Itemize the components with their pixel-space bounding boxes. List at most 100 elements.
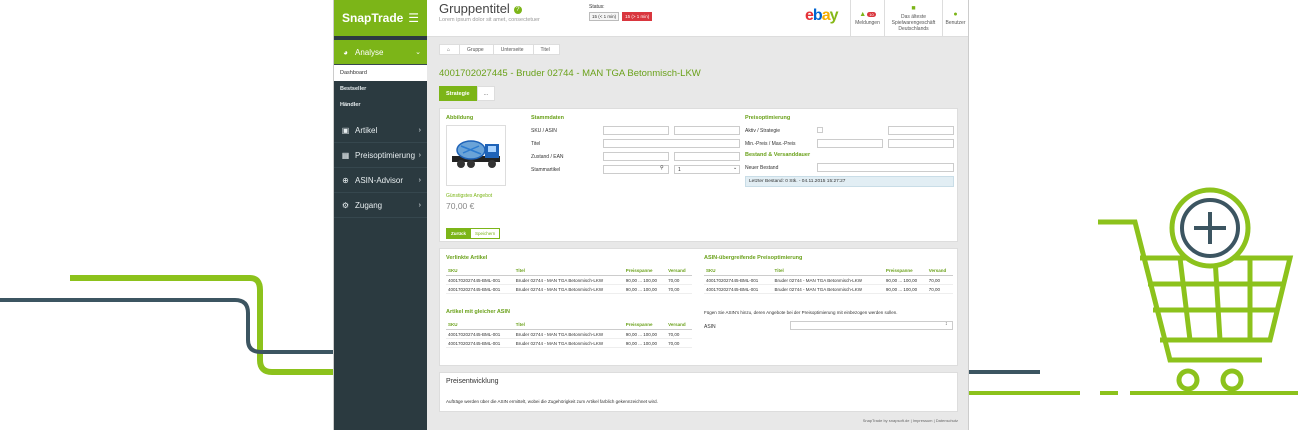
shop-label: Das älteste Spielwarengeschäft Deutschla… [891,13,936,32]
cell-title: Bruder 02744 - MAN TGA Betonmisch-LKW [772,275,884,285]
cell-shipping: 70,00 [666,338,692,348]
active-checkbox[interactable] [817,127,823,133]
cell-shipping: 70,00 [666,275,692,285]
save-button[interactable]: Speichern [470,228,501,239]
master-article-select[interactable]: 1 [674,165,740,174]
cubes-icon: ▦ [341,150,350,160]
sidebar-item-label: Artikel [355,125,378,135]
sidebar-subitem-haendler[interactable]: Händler [334,97,427,113]
sidebar-item-artikel[interactable]: ▣ Artikel › [334,118,427,143]
asin-optimization-table: SKU Titel Preisspanne Versand 4001702027… [704,266,953,294]
cell-sku: 4001702027445-BML-001 [446,329,514,339]
column-header[interactable]: SKU [446,266,514,276]
condition-input[interactable] [603,152,669,161]
sidebar-item-preisoptimierung[interactable]: ▦ Preisoptimierung › [334,143,427,168]
sort-icon[interactable]: ↕ [945,321,948,327]
breadcrumb-item[interactable]: Gruppe [459,44,494,55]
column-header[interactable]: Titel [772,266,884,276]
max-price-input[interactable] [888,139,954,148]
column-header[interactable]: SKU [446,320,514,330]
table-row[interactable]: 4001702027445-BML-001 Bruder 02744 - MAN… [446,338,692,348]
tab-strategie[interactable]: Strategie [439,86,477,101]
column-header[interactable]: Preisspanne [623,266,667,276]
search-icon[interactable]: ⚲ [660,165,664,171]
bell-icon: ▲ [859,11,867,19]
table-row[interactable]: 4001702027445-BML-001 Bruder 02744 - MAN… [446,329,692,339]
shop-button[interactable]: ■ Das älteste Spielwarengeschäft Deutsch… [884,0,942,37]
sidebar-item-asin-advisor[interactable]: ⊕ ASIN-Advisor › [334,168,427,193]
status-badge-alert: 15 (> 1 min) [622,12,653,21]
title-input[interactable] [603,139,740,148]
cell-title: Bruder 02744 - MAN TGA Betonmisch-LKW [513,284,624,294]
cell-price-range: 90,00 ... 100,00 [623,275,667,285]
price-development-panel: Preisentwicklung Aufträge werden über di… [439,372,958,412]
field-label: Titel [531,141,541,147]
briefcase-icon: ▣ [341,125,350,135]
stock-input[interactable] [817,163,954,172]
section-heading: Artikel mit gleicher ASIN [446,309,510,315]
product-title: 4001702027445 - Bruder 02744 - MAN TGA B… [439,68,701,79]
sidebar-item-zugang[interactable]: ⚙ Zugang › [334,193,427,218]
column-header[interactable]: Preisspanne [883,266,927,276]
table-row[interactable]: 4001702027445-BML-001 Bruder 02744 - MAN… [446,275,692,285]
column-header[interactable]: Versand [666,266,692,276]
stock-note: Letzter Bestand: 0 Stk. - 04.11.2015 15:… [745,176,954,187]
user-icon: ● [953,11,958,19]
brand-logo: SnapTrade [342,11,404,25]
linked-articles-table: SKU Titel Preisspanne Versand 4001702027… [446,266,692,294]
notification-count: 10 [867,12,876,18]
table-row[interactable]: 4001702027445-BML-001 Bruder 02744 - MAN… [446,284,692,294]
table-row[interactable]: 4001702027445-BML-001 Bruder 02744 - MAN… [704,284,953,294]
section-heading: Preisoptimierung [745,115,791,121]
ebay-logo: ebay [805,7,838,24]
sidebar-item-label: Preisoptimierung [355,150,416,160]
sku-input[interactable] [603,126,669,135]
tab-more[interactable]: ... [476,86,496,101]
notifications-button[interactable]: ▲ 10 Meldungen [850,0,884,37]
chevron-right-icon: › [418,201,421,209]
sidebar-subitem-dashboard[interactable]: Dashboard [334,65,427,81]
strategy-panel: Abbildung Günstigstes Angebot 70,00 € St… [439,108,958,242]
field-label: Min.-Preis / Max.-Preis [745,141,796,147]
same-asin-table: SKU Titel Preisspanne Versand 4001702027… [446,320,692,348]
sidebar-item-label: ASIN-Advisor [355,175,404,185]
page-subtitle: Lorem ipsum dolor sit amet, consectetuer [439,17,540,23]
sidebar-item-label: Analyse [355,47,384,57]
chevron-right-icon: › [418,176,421,184]
back-button[interactable]: Zurück [446,228,472,239]
app-window: SnapTrade ☰ ◕ Analyse ⌄ Dashboard Bestse… [333,0,969,430]
price-development-text: Aufträge werden über die ASIN ermittelt,… [446,399,658,404]
min-price-input[interactable] [817,139,883,148]
column-header[interactable]: SKU [704,266,773,276]
asin-input[interactable] [790,321,953,330]
field-label: Zustand / EAN [531,154,564,160]
truck-image [452,140,500,168]
table-row[interactable]: 4001702027445-BML-001 Bruder 02744 - MAN… [704,275,953,285]
crosshair-icon: ⊕ [342,175,349,185]
section-heading: Bestand & Versanddauer [745,152,811,158]
field-label: SKU / ASIN [531,128,557,134]
cell-title: Bruder 02744 - MAN TGA Betonmisch-LKW [513,329,624,339]
ean-input[interactable] [674,152,740,161]
field-label: ASIN [704,324,716,330]
tables-panel: Verlinkte Artikel SKU Titel Preisspanne … [439,248,958,366]
strategy-input[interactable] [888,126,954,135]
sidebar-subitem-bestseller[interactable]: Bestseller [334,81,427,97]
column-header[interactable]: Preisspanne [623,320,667,330]
column-header[interactable]: Versand [926,266,953,276]
asin-input[interactable] [674,126,740,135]
breadcrumb-item: Titel [532,44,560,55]
status-badge: 15 (< 1 min) [589,12,620,21]
sidebar-item-label: Zugang [355,200,383,210]
section-heading: ASIN-übergreifende Preisoptimierung [704,255,803,261]
sidebar-item-analyse[interactable]: ◕ Analyse ⌄ [334,40,427,65]
column-header[interactable]: Titel [513,266,624,276]
field-label: Neuer Bestand [745,165,779,171]
home-icon[interactable]: ⌂ [439,44,461,55]
breadcrumb-item[interactable]: Unterseite [492,44,534,55]
column-header[interactable]: Titel [513,320,624,330]
menu-icon[interactable]: ☰ [408,11,419,25]
user-button[interactable]: ● Benutzer [942,0,968,37]
column-header[interactable]: Versand [666,320,692,330]
help-icon[interactable]: ? [513,5,522,14]
